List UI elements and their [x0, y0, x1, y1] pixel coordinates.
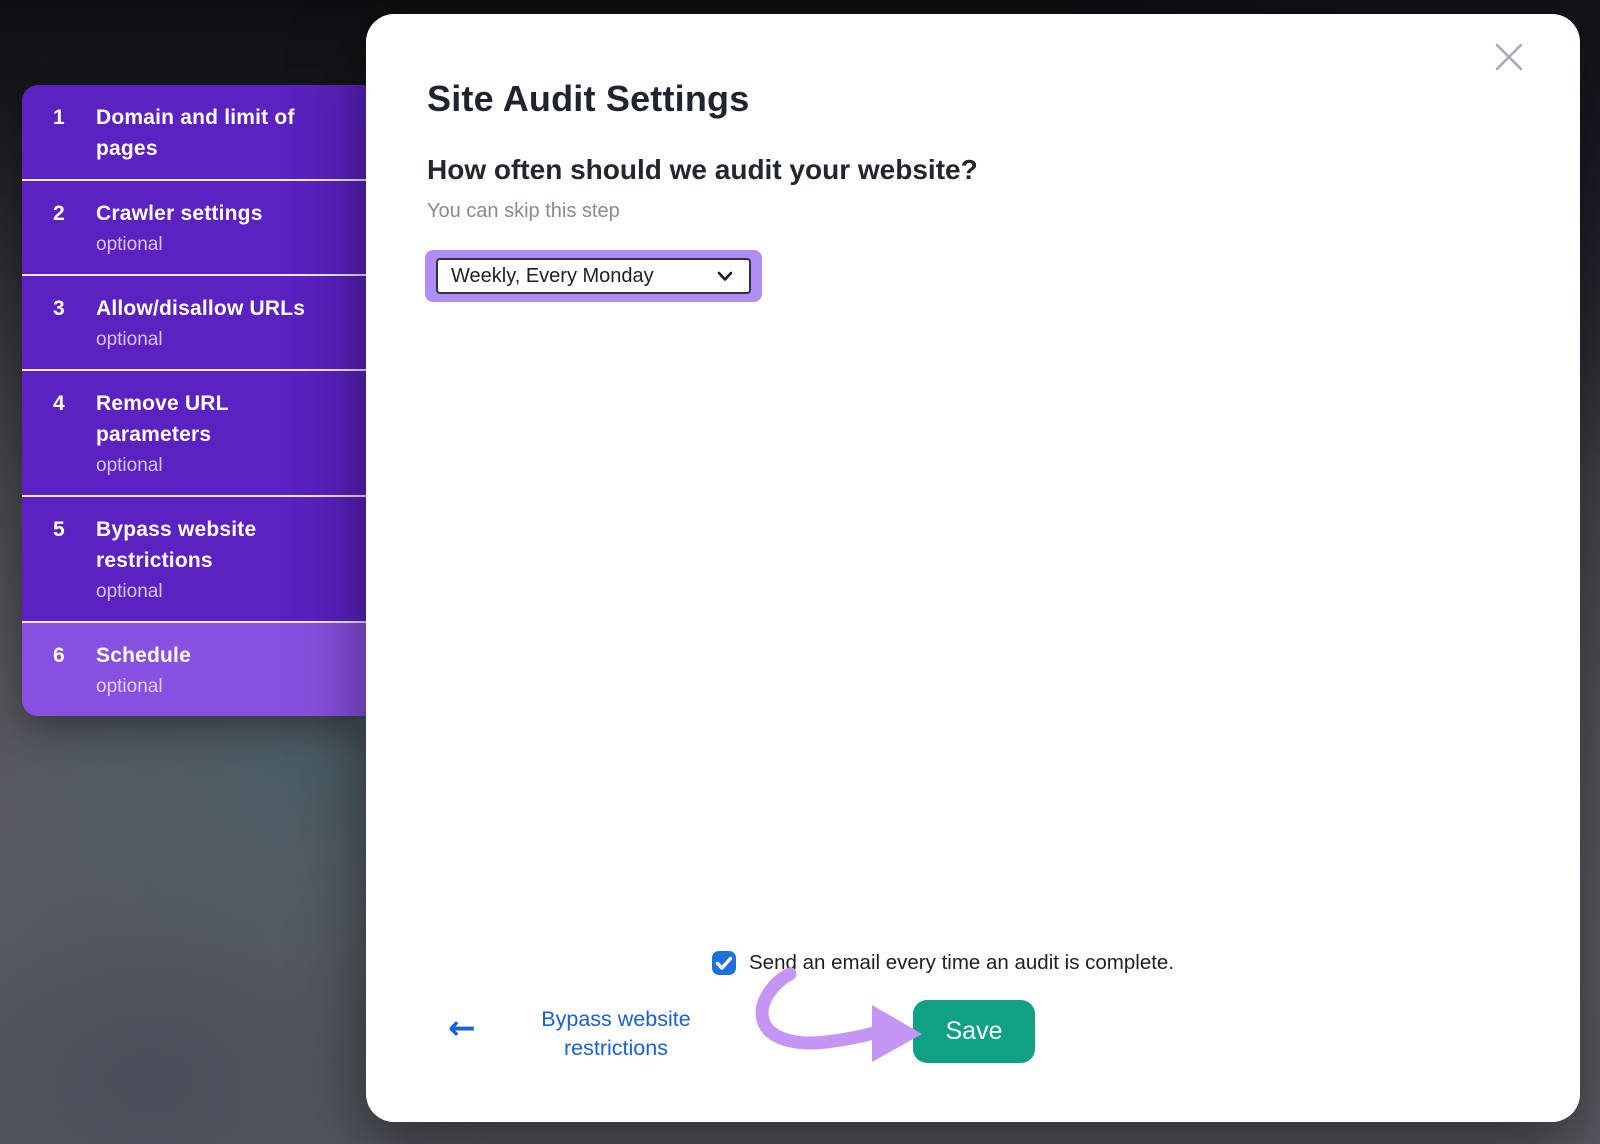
sidebar-step-schedule-active[interactable]: 6 Schedule optional	[22, 621, 366, 716]
step-title: Bypass website restrictions	[96, 514, 350, 576]
email-notification-row: Send an email every time an audit is com…	[712, 951, 1174, 975]
step-title: Remove URL parameters	[96, 388, 350, 450]
sidebar-step-crawler-settings[interactable]: 2 Crawler settings optional	[22, 179, 366, 274]
step-note: optional	[96, 231, 350, 259]
skip-step-note: You can skip this step	[427, 200, 620, 223]
sidebar-step-bypass-website-restrictions[interactable]: 5 Bypass website restrictions optional	[22, 495, 366, 621]
step-title: Schedule	[96, 640, 350, 671]
setup-steps-sidebar: 1 Domain and limit of pages 2 Crawler se…	[22, 85, 366, 716]
email-checkbox[interactable]	[712, 951, 736, 975]
step-note: optional	[96, 578, 350, 606]
step-note: optional	[96, 326, 350, 354]
sidebar-step-remove-url-parameters[interactable]: 4 Remove URL parameters optional	[22, 369, 366, 495]
email-checkbox-label[interactable]: Send an email every time an audit is com…	[749, 951, 1174, 975]
step-number: 3	[22, 293, 96, 324]
step-note: optional	[96, 673, 350, 701]
frequency-highlight-annotation: Weekly, Every Monday	[425, 250, 762, 302]
back-arrow-icon[interactable]: ←	[434, 1008, 490, 1047]
frequency-selected-value: Weekly, Every Monday	[451, 265, 654, 288]
step-number: 5	[22, 514, 96, 545]
save-button[interactable]: Save	[913, 1000, 1035, 1063]
chevron-down-icon	[714, 265, 736, 287]
schedule-question: How often should we audit your website?	[427, 154, 978, 186]
close-icon[interactable]	[1492, 40, 1526, 74]
step-number: 6	[22, 640, 96, 671]
step-title: Allow/disallow URLs	[96, 293, 350, 324]
step-title: Crawler settings	[96, 198, 350, 229]
modal-title: Site Audit Settings	[427, 78, 749, 120]
check-icon	[712, 951, 736, 975]
sidebar-step-allow-disallow-urls[interactable]: 3 Allow/disallow URLs optional	[22, 274, 366, 369]
step-number: 1	[22, 102, 96, 133]
site-audit-settings-modal: Site Audit Settings How often should we …	[366, 14, 1580, 1122]
bypass-website-restrictions-link[interactable]: Bypass website restrictions	[506, 1005, 726, 1063]
step-number: 2	[22, 198, 96, 229]
step-number: 4	[22, 388, 96, 419]
step-title: Domain and limit of pages	[96, 102, 350, 164]
screen-backdrop: 1 Domain and limit of pages 2 Crawler se…	[0, 0, 1600, 1144]
step-note: optional	[96, 452, 350, 480]
purple-arrow-annotation	[746, 960, 936, 1080]
sidebar-step-domain-and-limit[interactable]: 1 Domain and limit of pages	[22, 85, 366, 179]
frequency-select[interactable]: Weekly, Every Monday	[436, 258, 751, 294]
